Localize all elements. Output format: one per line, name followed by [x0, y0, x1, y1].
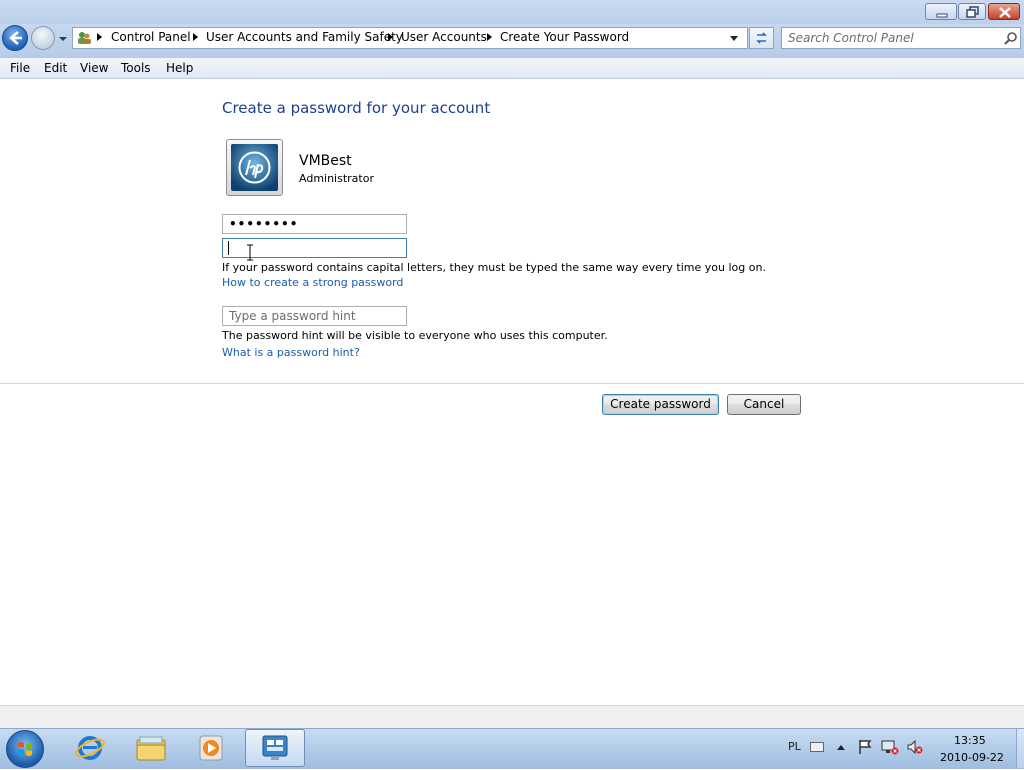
minimize-button[interactable]	[925, 3, 957, 20]
show-hidden-icons-icon[interactable]	[836, 743, 846, 751]
taskbar-control-panel-active[interactable]	[245, 729, 305, 767]
action-center-flag-icon[interactable]	[857, 739, 873, 755]
menu-edit[interactable]: Edit	[44, 61, 67, 75]
menu-file[interactable]: File	[10, 61, 30, 75]
internet-explorer-icon[interactable]	[74, 733, 106, 763]
restore-icon	[966, 6, 979, 18]
back-arrow-icon	[9, 31, 22, 45]
cancel-button[interactable]: Cancel	[727, 394, 801, 415]
show-desktop-button[interactable]	[1016, 729, 1024, 768]
breadcrumb-separator	[193, 33, 198, 41]
media-player-icon[interactable]	[196, 733, 228, 763]
close-button[interactable]	[988, 3, 1020, 20]
breadcrumb-create-your-password[interactable]: Create Your Password	[500, 30, 629, 44]
menu-help[interactable]: Help	[166, 61, 193, 75]
minimize-icon	[936, 13, 948, 18]
text-caret	[228, 241, 229, 255]
breadcrumb-user-accounts[interactable]: User Accounts	[401, 30, 487, 44]
new-password-field[interactable]	[222, 214, 407, 234]
refresh-icon	[756, 32, 767, 44]
page-title: Create a password for your account	[222, 99, 491, 117]
user-name: VMBest	[299, 153, 352, 169]
network-disconnected-icon[interactable]	[881, 739, 899, 755]
language-indicator[interactable]: PL	[788, 740, 801, 753]
divider	[0, 383, 1024, 384]
breadcrumb-control-panel[interactable]: Control Panel	[111, 30, 191, 44]
volume-muted-icon[interactable]	[906, 739, 924, 755]
status-bar	[0, 705, 1024, 728]
breadcrumb-separator	[487, 33, 492, 41]
control-panel-icon	[262, 735, 288, 760]
search-icon[interactable]	[1004, 31, 1018, 45]
avatar	[226, 139, 283, 196]
user-role: Administrator	[299, 172, 374, 185]
refresh-button[interactable]	[749, 27, 774, 49]
address-dropdown-icon[interactable]	[729, 35, 739, 43]
clock-time[interactable]: 13:35	[954, 734, 986, 747]
users-icon	[78, 32, 91, 44]
menu-tools[interactable]: Tools	[121, 61, 151, 75]
search-box[interactable]	[781, 27, 1021, 49]
create-password-button[interactable]: Create password	[602, 394, 719, 415]
clock-date[interactable]: 2010-09-22	[940, 751, 1004, 764]
breadcrumb-separator	[97, 33, 102, 41]
search-input[interactable]	[788, 30, 998, 46]
hp-logo-icon	[231, 144, 278, 191]
password-hint-note: The password hint will be visible to eve…	[222, 329, 608, 342]
forward-button[interactable]	[31, 26, 55, 50]
what-is-password-hint-link[interactable]: What is a password hint?	[222, 346, 360, 359]
maximize-button[interactable]	[958, 3, 986, 20]
breadcrumb-separator	[388, 33, 393, 41]
keyboard-icon[interactable]	[810, 742, 824, 752]
close-icon	[999, 7, 1011, 18]
breadcrumb-user-accounts-family-safety[interactable]: User Accounts and Family Safety	[206, 30, 403, 44]
menu-view[interactable]: View	[80, 61, 108, 75]
text-cursor-icon	[247, 244, 253, 261]
menu-bar	[0, 58, 1024, 79]
back-button[interactable]	[2, 25, 28, 51]
capital-letters-note: If your password contains capital letter…	[222, 261, 766, 274]
history-dropdown-icon[interactable]	[58, 34, 68, 44]
start-button[interactable]	[6, 730, 44, 768]
password-hint-input[interactable]	[222, 306, 407, 326]
windows-logo-icon	[18, 742, 32, 756]
windows-explorer-icon[interactable]	[135, 733, 167, 763]
strong-password-link[interactable]: How to create a strong password	[222, 276, 403, 289]
window-title-bar	[0, 0, 1024, 24]
